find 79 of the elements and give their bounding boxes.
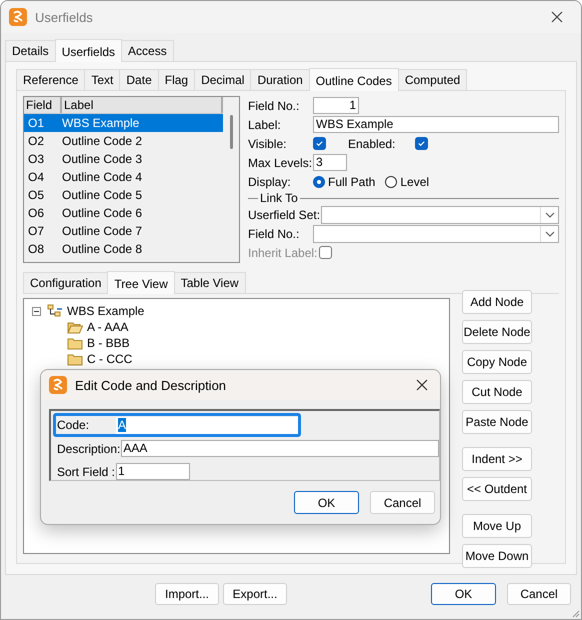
tree-item[interactable]: A - AAA: [87, 320, 128, 334]
node-button[interactable]: Copy Node: [462, 350, 532, 374]
collapse-icon[interactable]: [32, 306, 41, 316]
field-label: Code:: [57, 418, 90, 432]
tab[interactable]: Flag: [158, 69, 196, 90]
tab[interactable]: Reference: [16, 69, 86, 90]
tab[interactable]: Userfields: [54, 39, 122, 62]
tab[interactable]: Tree View: [107, 271, 175, 294]
close-icon[interactable]: [551, 11, 563, 23]
dialog-button[interactable]: Cancel: [507, 583, 571, 605]
radio-option[interactable]: Full Path: [313, 174, 376, 188]
caret-icon: [544, 230, 554, 236]
list-row[interactable]: O8 Outline Code 8: [24, 240, 223, 258]
close-icon[interactable]: [416, 379, 428, 391]
radio-option[interactable]: Level: [385, 174, 430, 188]
field-label: Display:: [248, 174, 292, 188]
caret-icon: [544, 212, 554, 218]
field-number-dropdown[interactable]: [313, 224, 559, 242]
field-label: Field No.:: [248, 226, 300, 240]
tab[interactable]: Details: [5, 40, 56, 61]
group-title: Link To: [259, 191, 299, 205]
node-button[interactable]: << Outdent: [462, 477, 532, 501]
field-label: Userfield Set:: [248, 208, 320, 222]
field-label: Description:: [57, 442, 120, 456]
list-row[interactable]: O2 Outline Code 2: [24, 132, 223, 150]
field-label: Visible:: [248, 136, 288, 150]
hierarchy-icon: [47, 304, 63, 318]
checkbox[interactable]: [415, 137, 428, 150]
dialog-title: Edit Code and Description: [75, 378, 228, 392]
tree-item[interactable]: WBS Example: [67, 304, 144, 318]
label-field[interactable]: WBS Example: [313, 116, 559, 133]
max-levels-field[interactable]: 3: [313, 154, 348, 171]
check-icon: [315, 139, 324, 148]
node-button[interactable]: Indent >>: [462, 447, 532, 471]
node-button[interactable]: Cut Node: [462, 380, 532, 404]
input-field[interactable]: 1: [116, 463, 190, 480]
node-button[interactable]: Move Up: [462, 514, 532, 538]
tab[interactable]: Table View: [174, 272, 246, 293]
tab[interactable]: Duration: [250, 69, 310, 90]
node-button[interactable]: Delete Node: [462, 320, 532, 344]
check-icon: [417, 139, 426, 148]
list-row[interactable]: O7 Outline Code 7: [24, 222, 223, 240]
field-label: Label:: [248, 118, 282, 132]
tab[interactable]: Date: [119, 69, 159, 90]
input-field[interactable]: AAA: [121, 440, 439, 457]
tab[interactable]: Configuration: [23, 272, 108, 293]
node-button[interactable]: Move Down: [462, 544, 532, 568]
field-label: Enabled:: [348, 136, 396, 150]
input-field[interactable]: A: [116, 416, 298, 434]
node-button[interactable]: Add Node: [462, 290, 532, 314]
field-number-field[interactable]: 1: [313, 97, 359, 114]
tab[interactable]: Computed: [398, 69, 468, 90]
list-row[interactable]: O6 Outline Code 6: [24, 204, 223, 222]
list-row[interactable]: O3 Outline Code 3: [24, 150, 223, 168]
resize-grip-icon[interactable]: [570, 608, 580, 618]
list-row[interactable]: O5 Outline Code 5: [24, 186, 223, 204]
checkbox[interactable]: [313, 137, 326, 150]
dialog-button[interactable]: OK: [294, 491, 359, 514]
list-row[interactable]: O1 WBS Example: [24, 114, 223, 132]
userfield-set-dropdown[interactable]: [321, 206, 559, 224]
app-logo-icon: [9, 8, 27, 26]
field-label: Inherit Label:: [248, 246, 318, 260]
dialog-button[interactable]: Cancel: [370, 491, 435, 514]
field-label: Sort Field :: [57, 464, 116, 478]
dialog-button[interactable]: Import...: [155, 583, 219, 605]
field-label: Field No.:: [248, 98, 300, 112]
list-row[interactable]: O4 Outline Code 4: [24, 168, 223, 186]
tree-item[interactable]: B - BBB: [87, 336, 130, 350]
tab[interactable]: Outline Codes: [308, 68, 399, 91]
app-logo-icon: [49, 376, 67, 394]
tab[interactable]: Access: [121, 40, 174, 61]
dialog-button[interactable]: Export...: [223, 583, 287, 605]
node-button[interactable]: Paste Node: [462, 410, 532, 434]
field-label: Max Levels:: [248, 156, 312, 170]
tree-item[interactable]: C - CCC: [87, 352, 132, 366]
tab[interactable]: Decimal: [194, 69, 252, 90]
dialog-button[interactable]: OK: [431, 583, 496, 605]
window-title: Userfields: [35, 10, 94, 24]
tab[interactable]: Text: [84, 69, 120, 90]
